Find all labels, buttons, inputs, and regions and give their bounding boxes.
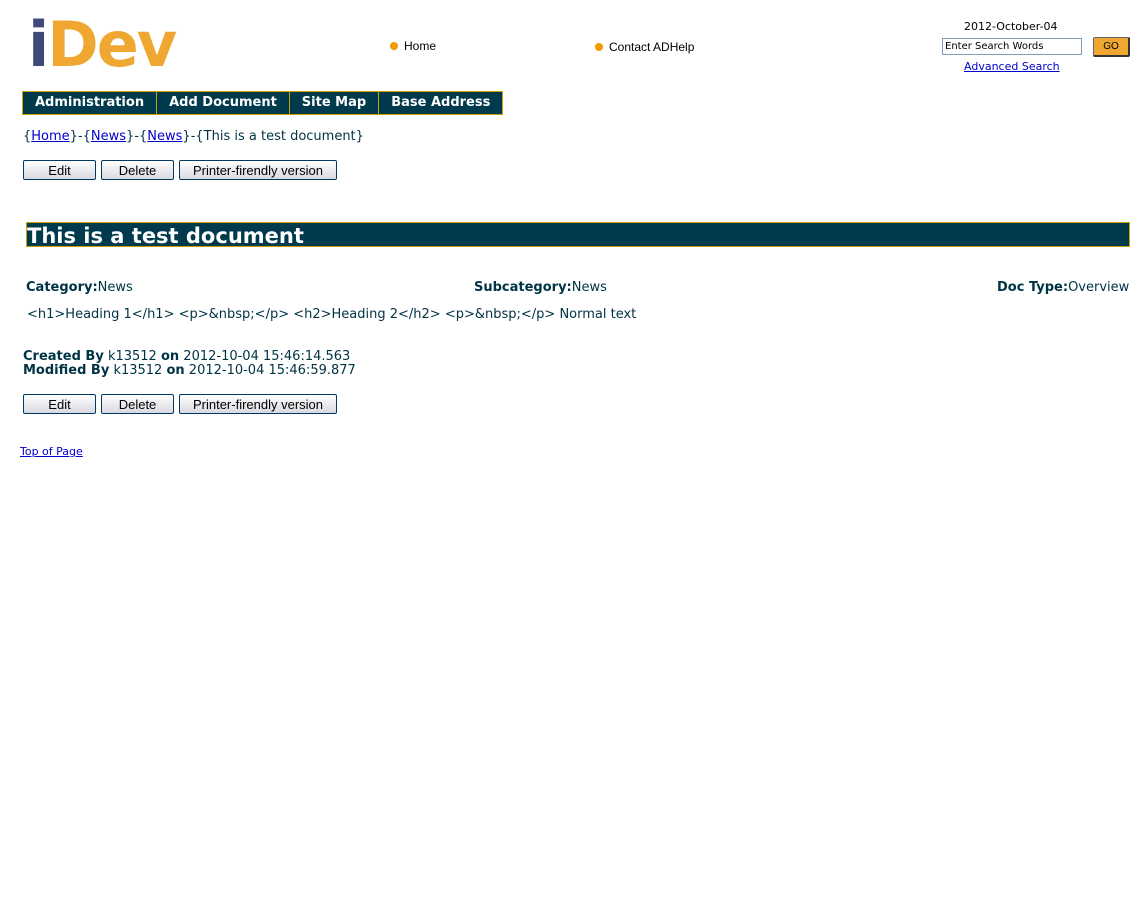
doctype-value: Overview: [1068, 280, 1130, 295]
nav-site-map[interactable]: Site Map: [290, 92, 380, 114]
doctype-label: Doc Type:: [997, 280, 1069, 295]
delete-button[interactable]: Delete: [101, 160, 174, 180]
current-date: 2012-October-04: [964, 20, 1058, 33]
breadcrumb-home[interactable]: Home: [31, 129, 69, 144]
nav-administration[interactable]: Administration: [23, 92, 158, 114]
printer-friendly-button[interactable]: Printer-firendly version: [179, 160, 337, 180]
document-body: <h1>Heading 1</h1> <p>&nbsp;</p> <h2>Hea…: [27, 307, 637, 322]
bullet-icon: [595, 43, 603, 51]
subcategory-label: Subcategory:: [474, 280, 572, 295]
top-of-page-link[interactable]: Top of Page: [20, 445, 83, 458]
home-link[interactable]: Home: [390, 39, 436, 53]
go-button[interactable]: GO: [1093, 37, 1130, 57]
advanced-search-link[interactable]: Advanced Search: [964, 60, 1060, 73]
nav-add-document[interactable]: Add Document: [157, 92, 290, 114]
category-field: Category:News: [26, 280, 133, 295]
logo-dev: Dev: [47, 8, 177, 81]
main-nav: Administration Add Document Site Map Bas…: [22, 91, 504, 115]
bullet-icon: [390, 42, 398, 50]
modified-by: k13512: [113, 363, 163, 378]
created-info: Created By k13512 on 2012-10-04 15:46:14…: [23, 349, 350, 364]
modified-label: Modified By: [23, 363, 110, 378]
doctype-field: Doc Type:Overview: [997, 280, 1129, 295]
edit-button[interactable]: Edit: [23, 394, 96, 414]
breadcrumb-current: This is a test document: [203, 129, 356, 144]
search-input[interactable]: [942, 38, 1082, 55]
created-label: Created By: [23, 349, 104, 364]
delete-button[interactable]: Delete: [101, 394, 174, 414]
document-title: This is a test document: [26, 222, 1130, 248]
home-link-label: Home: [404, 39, 437, 53]
edit-button[interactable]: Edit: [23, 160, 96, 180]
idev-logo: iDev: [28, 8, 177, 81]
contact-adhelp-label: Contact ADHelp: [609, 40, 695, 54]
subcategory-value: News: [571, 280, 607, 295]
category-label: Category:: [26, 280, 98, 295]
created-by: k13512: [107, 349, 157, 364]
modified-info: Modified By k13512 on 2012-10-04 15:46:5…: [23, 363, 356, 378]
subcategory-field: Subcategory:News: [474, 280, 607, 295]
nav-base-address[interactable]: Base Address: [379, 92, 502, 114]
modified-at: 2012-10-04 15:46:59.877: [188, 363, 356, 378]
breadcrumb-news-2[interactable]: News: [147, 129, 182, 144]
breadcrumb-news-1[interactable]: News: [91, 129, 126, 144]
modified-on-label: on: [166, 363, 185, 378]
created-on-label: on: [160, 349, 180, 364]
contact-adhelp-link[interactable]: Contact ADHelp: [595, 40, 694, 54]
action-buttons-top: Edit Delete Printer-firendly version: [23, 160, 337, 180]
category-value: News: [97, 280, 133, 295]
breadcrumb: {Home}-{News}-{News}-{This is a test doc…: [23, 129, 364, 144]
printer-friendly-button[interactable]: Printer-firendly version: [179, 394, 337, 414]
action-buttons-bottom: Edit Delete Printer-firendly version: [23, 394, 337, 414]
logo-i: i: [28, 8, 49, 81]
created-at: 2012-10-04 15:46:14.563: [183, 349, 351, 364]
